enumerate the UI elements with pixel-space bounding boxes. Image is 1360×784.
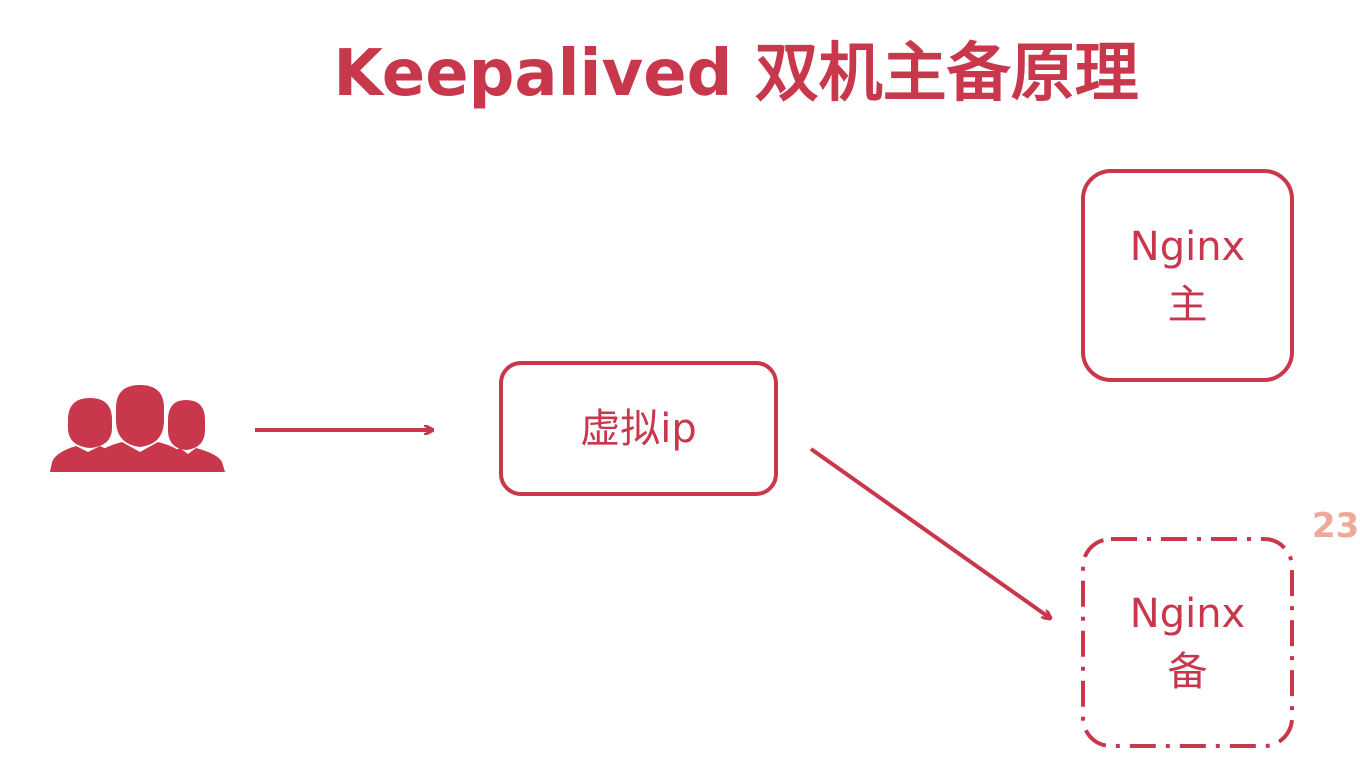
virtual-ip-text: 虚拟ip xyxy=(580,405,697,452)
page-number: 23 xyxy=(1312,506,1360,546)
nginx-master-name: Nginx xyxy=(1129,223,1246,270)
nginx-master-role: 主 xyxy=(1167,281,1208,328)
virtual-ip-label: 虚拟ip xyxy=(501,363,776,494)
nginx-master-label: Nginx 主 xyxy=(1083,171,1292,380)
arrow-vip-to-backup xyxy=(809,447,1050,618)
nginx-backup-name: Nginx xyxy=(1129,590,1246,637)
nginx-backup-role: 备 xyxy=(1167,648,1208,695)
nginx-backup-label: Nginx 备 xyxy=(1083,539,1292,746)
users-group-icon xyxy=(50,385,225,472)
